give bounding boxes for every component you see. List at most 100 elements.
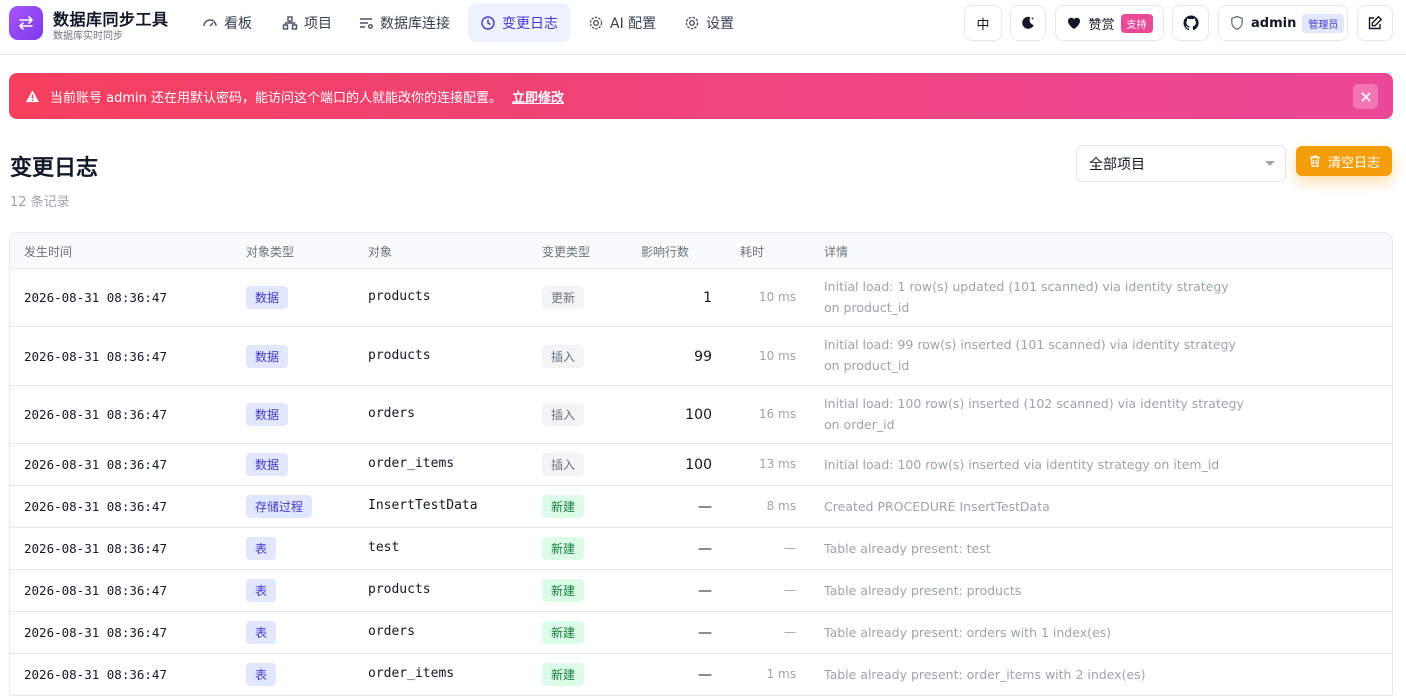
row-duration: — <box>784 625 796 639</box>
project-filter-select[interactable]: 全部项目 <box>1076 145 1286 182</box>
column-header-object-type: 对象类型 <box>246 245 295 259</box>
alert-close-button[interactable] <box>1353 84 1378 109</box>
clear-log-label: 清空日志 <box>1327 155 1380 171</box>
page-title: 变更日志 <box>10 156 99 181</box>
table-row: 2026-08-31 08:36:47 存储过程 InsertTestData 新建 —… <box>10 486 1392 528</box>
row-rows-affected: 99 <box>694 349 712 365</box>
nav-changelog[interactable]: 变更日志 <box>468 3 570 42</box>
row-object: order_items <box>368 456 455 471</box>
nav-label: 项目 <box>304 15 332 32</box>
row-rows-affected: 1 <box>703 290 712 306</box>
row-duration: 10 ms <box>758 290 796 304</box>
change-type-badge: 插入 <box>542 403 585 426</box>
row-object: orders <box>368 406 415 421</box>
column-header-change-type: 变更类型 <box>542 245 591 259</box>
row-time: 2026-08-31 08:36:47 <box>24 407 167 422</box>
clear-log-button[interactable]: 清空日志 <box>1296 146 1392 176</box>
project-filter-value: 全部项目 <box>1089 156 1145 173</box>
gauge-icon <box>203 18 217 26</box>
row-detail: Initial load: 100 row(s) inserted via id… <box>824 457 1220 472</box>
row-detail: Table already present: test <box>824 541 991 556</box>
row-duration: 16 ms <box>758 407 796 421</box>
changelog-table: 发生时间 对象类型 对象 变更类型 影响行数 耗时 详情 2026-08-31 … <box>9 232 1393 696</box>
row-detail: Table already present: products <box>824 583 1022 598</box>
change-type-badge: 新建 <box>542 537 585 560</box>
table-row: 2026-08-31 08:36:47 数据 products 更新 1 10 ms Ini… <box>10 269 1392 327</box>
nav-connections[interactable]: 数据库连接 <box>346 3 462 42</box>
row-detail: Table already present: orders with 1 ind… <box>824 625 1112 640</box>
row-rows-affected: — <box>698 499 712 515</box>
table-row: 2026-08-31 08:36:47 数据 order_items 插入 100 13 … <box>10 444 1392 486</box>
donate-button[interactable]: 赞赏 支持 <box>1055 5 1164 41</box>
app-logo-icon[interactable] <box>9 6 43 40</box>
change-type-badge: 新建 <box>542 663 585 686</box>
row-duration: 10 ms <box>758 349 796 363</box>
column-header-rows-affected: 影响行数 <box>641 245 690 259</box>
change-type-badge: 新建 <box>542 579 585 602</box>
object-type-badge: 数据 <box>246 345 289 368</box>
row-duration: 8 ms <box>766 499 796 513</box>
theme-toggle-button[interactable] <box>1010 5 1046 41</box>
record-count: 12 条记录 <box>10 195 70 210</box>
language-button[interactable]: 中 <box>964 5 1002 41</box>
table-row: 2026-08-31 08:36:47 表 products 新建 — — Table al… <box>10 570 1392 612</box>
moon-icon <box>1022 16 1034 29</box>
table-row: 2026-08-31 08:36:47 表 orders 新建 — — Table alre… <box>10 612 1392 654</box>
object-type-badge: 数据 <box>246 403 289 426</box>
nav-label: 数据库连接 <box>380 15 450 32</box>
github-button[interactable] <box>1172 5 1209 41</box>
brand-subtitle: 数据库实时同步 <box>53 31 123 42</box>
nav-settings[interactable]: 设置 <box>672 3 746 42</box>
row-duration: 13 ms <box>758 457 796 471</box>
nav-dashboard[interactable]: 看板 <box>190 3 264 42</box>
row-detail: Initial load: 100 row(s) inserted (102 s… <box>824 396 1244 432</box>
row-time: 2026-08-31 08:36:47 <box>24 625 167 640</box>
nav-label: 变更日志 <box>502 15 558 32</box>
edit-button[interactable] <box>1357 5 1393 41</box>
row-detail: Created PROCEDURE InsertTestData <box>824 499 1050 514</box>
gear-icon <box>685 16 699 29</box>
nav-label: AI 配置 <box>610 15 657 32</box>
row-duration: — <box>784 541 796 555</box>
row-rows-affected: — <box>698 667 712 683</box>
nav-ai-config[interactable]: AI 配置 <box>576 3 668 42</box>
donate-label: 赞赏 <box>1088 17 1115 33</box>
row-object: products <box>368 289 431 304</box>
close-icon <box>1360 91 1371 102</box>
change-type-badge: 插入 <box>542 453 585 476</box>
object-type-badge: 表 <box>246 579 277 602</box>
column-header-time: 发生时间 <box>24 245 73 259</box>
row-object: products <box>368 348 431 363</box>
row-time: 2026-08-31 08:36:47 <box>24 583 167 598</box>
object-type-badge: 数据 <box>246 286 289 309</box>
row-rows-affected: — <box>698 541 712 557</box>
column-header-detail: 详情 <box>824 245 849 259</box>
table-row: 2026-08-31 08:36:47 表 test 新建 — — Table alread… <box>10 528 1392 570</box>
connection-icon <box>360 17 373 29</box>
change-password-link[interactable]: 立即修改 <box>512 87 564 106</box>
row-rows-affected: 100 <box>685 407 712 423</box>
object-type-badge: 存储过程 <box>246 495 313 518</box>
nav-projects[interactable]: 项目 <box>270 3 344 42</box>
github-icon <box>1183 15 1199 31</box>
edit-icon <box>1368 15 1383 30</box>
change-type-badge: 更新 <box>542 286 585 309</box>
table-row: 2026-08-31 08:36:47 表 order_items 新建 — 1 ms Ta… <box>10 654 1392 696</box>
row-object: orders <box>368 624 415 639</box>
row-time: 2026-08-31 08:36:47 <box>24 349 167 364</box>
user-menu-button[interactable]: admin 管理员 <box>1218 5 1348 41</box>
row-time: 2026-08-31 08:36:47 <box>24 499 167 514</box>
column-header-object: 对象 <box>368 245 393 259</box>
row-rows-affected: 100 <box>685 457 712 473</box>
nav-label: 看板 <box>224 15 252 32</box>
cog-icon <box>589 16 603 29</box>
nav-label: 设置 <box>706 15 734 32</box>
nodes-icon <box>282 15 298 30</box>
row-object: order_items <box>368 666 455 681</box>
warning-icon <box>25 89 40 102</box>
object-type-badge: 表 <box>246 663 277 686</box>
object-type-badge: 表 <box>246 537 277 560</box>
row-time: 2026-08-31 08:36:47 <box>24 457 167 472</box>
row-object: products <box>368 582 431 597</box>
row-time: 2026-08-31 08:36:47 <box>24 667 167 682</box>
